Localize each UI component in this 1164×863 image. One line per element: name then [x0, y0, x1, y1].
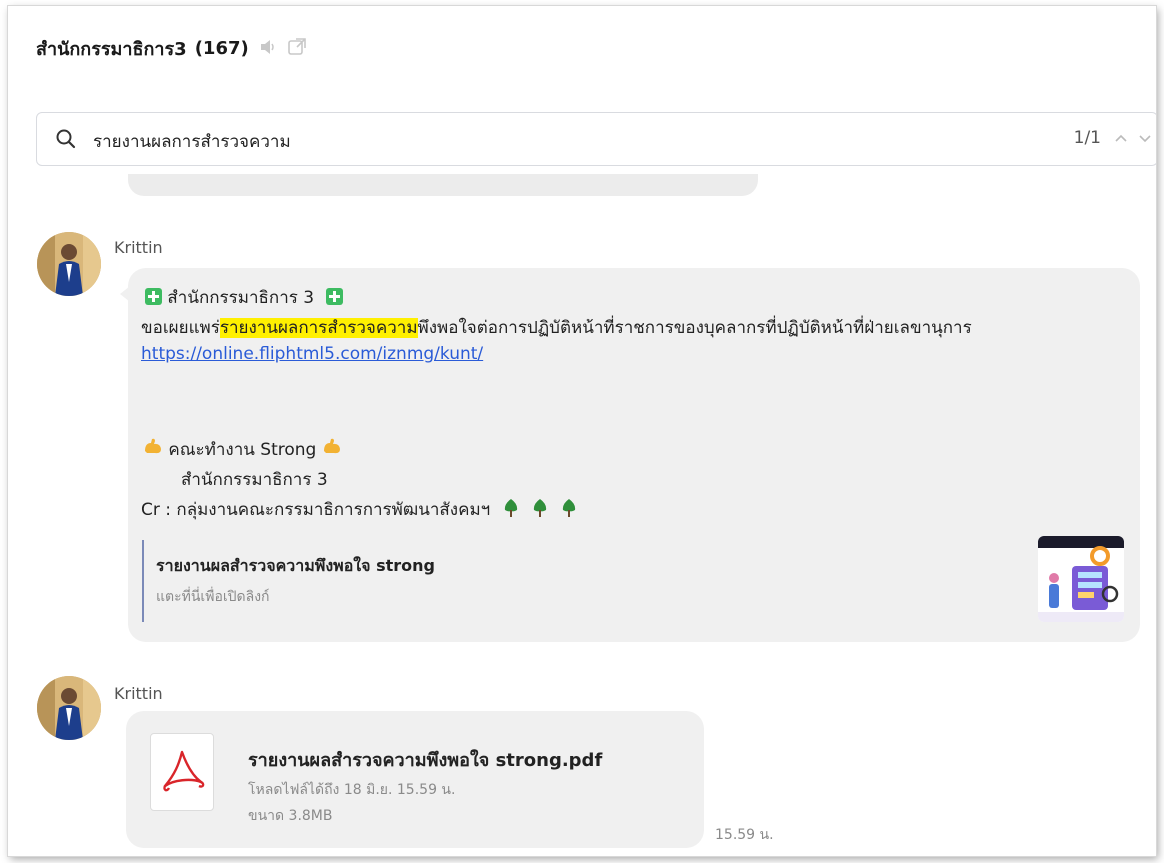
- link-preview-card[interactable]: รายงานผลสำรวจความพึงพอใจ strong แตะที่นี…: [142, 540, 1126, 622]
- chat-header: สำนักกรรมาธิการ3 (167): [8, 6, 1156, 96]
- flexed-biceps-icon: [322, 437, 342, 459]
- sparkle-box-icon: [145, 288, 162, 305]
- chevron-down-icon[interactable]: [1137, 130, 1153, 150]
- message-line-credit: Cr : กลุ่มงานคณะกรรมาธิการการพัฒนาสังคมฯ: [141, 496, 578, 523]
- previous-message-bubble: [128, 174, 758, 196]
- sparkle-box-icon: [325, 288, 343, 305]
- link-preview-thumbnail[interactable]: [1038, 536, 1124, 622]
- file-expiry: โหลดไฟล์ได้ถึง 18 มิ.ย. 15.59 น.: [248, 782, 456, 798]
- tree-icon: [531, 498, 549, 523]
- message-timestamp: 15.59 น.: [715, 827, 774, 843]
- chat-title-group: สำนักกรรมาธิการ3 (167): [36, 34, 307, 63]
- pdf-file-icon: [150, 733, 214, 811]
- chat-window: สำนักกรรมาธิการ3 (167) รายงานผลการสำรวจค…: [8, 6, 1156, 856]
- message-search-bar[interactable]: รายงานผลการสำรวจความ 1/1: [36, 112, 1156, 166]
- message-line-office-2: สำนักกรรมาธิการ 3: [181, 470, 328, 490]
- message-bubble: สำนักกรรมาธิการ 3 ขอเผยแพร่รายงานผลการสำ…: [120, 268, 1140, 642]
- tree-icon: [502, 498, 520, 523]
- search-icon: [55, 128, 77, 154]
- chevron-up-icon[interactable]: [1113, 130, 1129, 150]
- search-result-counter: 1/1: [1073, 128, 1101, 148]
- message-line-announcement: ขอเผยแพร่รายงานผลการสำรวจความพึงพอใจต่อก…: [141, 318, 972, 338]
- flexed-biceps-icon: [143, 437, 163, 459]
- member-count: (167): [194, 38, 249, 59]
- avatar[interactable]: [37, 676, 101, 740]
- tree-icon: [560, 498, 578, 523]
- link-preview-title: รายงานผลสำรวจความพึงพอใจ strong: [156, 556, 435, 575]
- file-name[interactable]: รายงานผลสำรวจความพึงพอใจ strong.pdf: [248, 745, 602, 774]
- sender-name: Krittin: [114, 684, 163, 703]
- search-highlight: รายงานผลการสำรวจความ: [219, 318, 418, 338]
- open-external-icon[interactable]: [287, 37, 307, 61]
- file-message-bubble[interactable]: รายงานผลสำรวจความพึงพอใจ strong.pdf โหลด…: [126, 711, 704, 848]
- file-size: ขนาด 3.8MB: [248, 808, 333, 824]
- chat-title: สำนักกรรมาธิการ3: [36, 39, 187, 60]
- search-input[interactable]: รายงานผลการสำรวจความ: [93, 128, 291, 155]
- link-preview-subtitle: แตะที่นี่เพื่อเปิดลิงก์: [156, 589, 270, 605]
- avatar[interactable]: [37, 232, 101, 296]
- message-line-office: สำนักกรรมาธิการ 3: [145, 284, 343, 311]
- message-link[interactable]: https://online.fliphtml5.com/iznmg/kunt/: [141, 344, 483, 364]
- message-line-team: คณะทำงาน Strong: [143, 436, 342, 463]
- sender-name: Krittin: [114, 238, 163, 257]
- mute-icon[interactable]: [259, 39, 277, 59]
